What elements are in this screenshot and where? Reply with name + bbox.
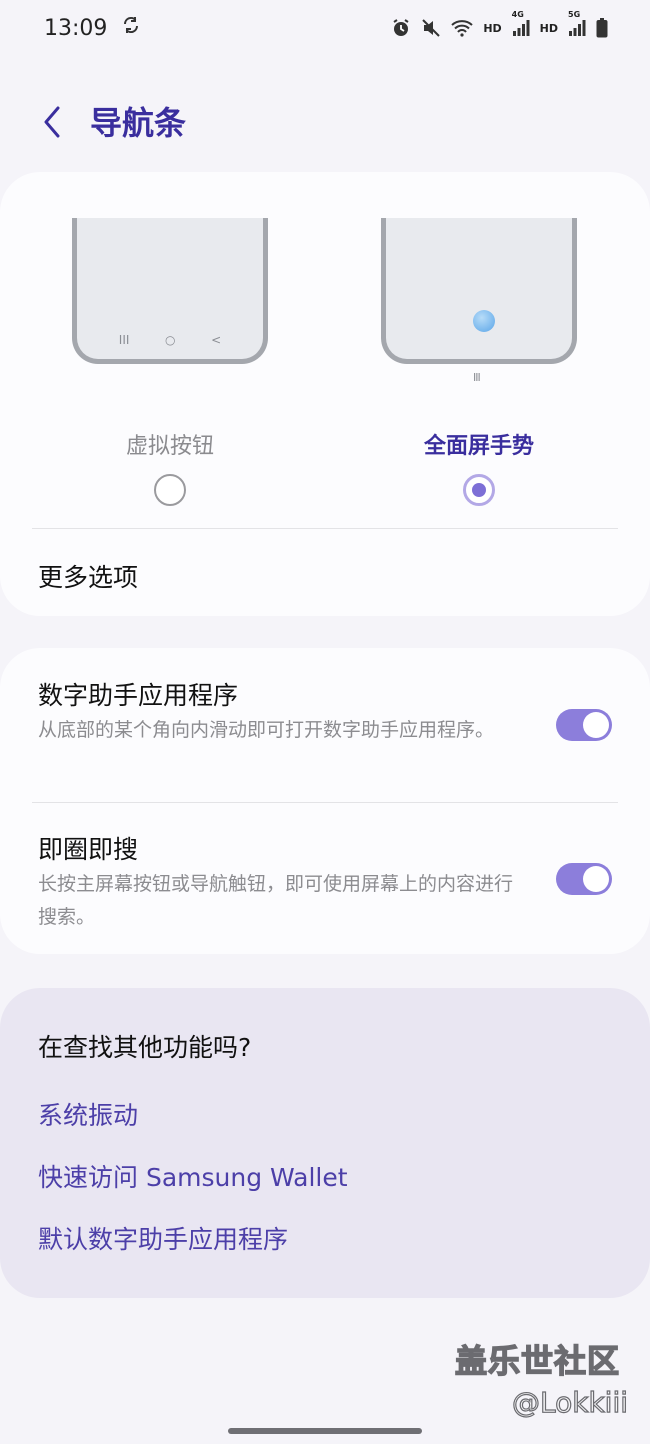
sync-icon: [121, 15, 141, 41]
mute-icon: [421, 18, 441, 38]
status-left: 13:09: [44, 15, 141, 41]
circle-to-search-title[interactable]: 即圈即搜: [38, 830, 138, 866]
back-button[interactable]: [34, 102, 70, 146]
home-icon: ○: [165, 333, 176, 347]
gesture-hint-icon: III: [473, 371, 481, 384]
watermark-community: 盖乐世社区: [454, 1341, 621, 1381]
battery-icon: [596, 18, 608, 38]
status-right: HD 4G HD 5G: [391, 10, 608, 38]
gestures-preview-image[interactable]: [381, 218, 577, 364]
digital-assistant-toggle[interactable]: [556, 709, 612, 741]
wifi-icon: [451, 19, 473, 37]
digital-assistant-title[interactable]: 数字助手应用程序: [38, 676, 238, 712]
link-samsung-wallet[interactable]: 快速访问 Samsung Wallet: [38, 1158, 348, 1194]
page-title: 导航条: [90, 104, 187, 142]
looking-for-title: 在查找其他功能吗?: [38, 1033, 252, 1062]
status-bar: 13:09 HD 4G HD 5G: [0, 0, 650, 56]
link-default-assistant[interactable]: 默认数字助手应用程序: [38, 1220, 288, 1256]
more-options-item[interactable]: 更多选项: [38, 558, 138, 594]
looking-for-card: 在查找其他功能吗? 系统振动 快速访问 Samsung Wallet 默认数字助…: [0, 988, 650, 1298]
buttons-preview-image[interactable]: III ○ <: [72, 218, 268, 364]
alarm-icon: [391, 18, 411, 38]
recents-icon: III: [118, 333, 130, 347]
circle-to-search-toggle[interactable]: [556, 863, 612, 895]
network-label-2: 5G: [568, 10, 581, 19]
navigation-type-card: III ○ < III 虚拟按钮 全面屏手势 更多选项: [0, 172, 650, 616]
signal-icon-1: 4G: [512, 10, 530, 37]
network-label-1: 4G: [511, 10, 524, 19]
link-system-vibration[interactable]: 系统振动: [38, 1096, 138, 1132]
nav-keys: III ○ <: [77, 333, 263, 347]
divider: [32, 528, 618, 529]
app-header: 导航条: [0, 92, 650, 156]
home-indicator-bar[interactable]: [228, 1428, 422, 1434]
gesture-touch-icon: [473, 310, 495, 332]
watermark-user: @Lokkiii: [511, 1385, 629, 1419]
radio-gestures[interactable]: [463, 474, 495, 506]
radio-buttons[interactable]: [154, 474, 186, 506]
option-buttons-label: 虚拟按钮: [125, 434, 214, 459]
status-time: 13:09: [44, 15, 108, 41]
digital-assistant-desc: 从底部的某个角向内滑动即可打开数字助手应用程序。: [38, 719, 495, 741]
chevron-left-icon: [42, 105, 62, 143]
settings-card: 数字助手应用程序 从底部的某个角向内滑动即可打开数字助手应用程序。 即圈即搜 长…: [0, 648, 650, 954]
hd-label-2: HD: [539, 21, 558, 35]
signal-icon-2: 5G: [568, 10, 586, 37]
option-gestures-label: 全面屏手势: [423, 434, 534, 459]
divider: [32, 802, 618, 803]
circle-to-search-desc: 长按主屏幕按钮或导航触钮，即可使用屏幕上的内容进行搜索。: [38, 873, 514, 928]
hd-label-1: HD: [483, 21, 502, 35]
back-icon: <: [211, 333, 222, 347]
